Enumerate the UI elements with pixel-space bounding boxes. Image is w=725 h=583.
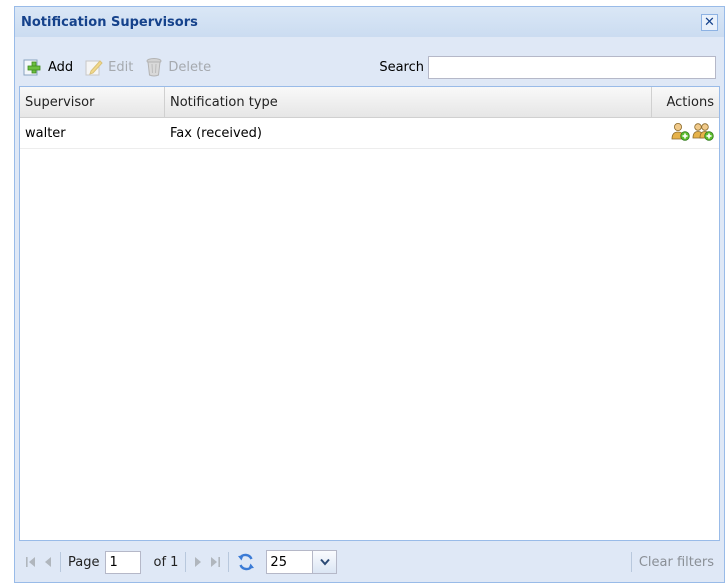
cell-notification-type: Fax (received) — [170, 125, 262, 141]
delete-button[interactable]: Delete — [145, 57, 211, 77]
cell-supervisor: walter — [25, 125, 66, 141]
add-group-icon[interactable] — [692, 122, 714, 145]
first-page-icon[interactable] — [25, 555, 37, 569]
clear-filters-button[interactable]: Clear filters — [639, 555, 714, 570]
column-header-notification-type[interactable]: Notification type — [165, 87, 652, 117]
pager-separator — [228, 552, 230, 572]
page-size-select[interactable]: 25 — [266, 550, 338, 574]
grid-header: Supervisor Notification type Actions — [20, 87, 719, 118]
page-label: Page — [68, 554, 100, 570]
chevron-down-icon[interactable] — [313, 550, 338, 574]
edit-button[interactable]: Edit — [85, 58, 133, 76]
close-icon[interactable]: ✕ — [701, 13, 718, 31]
pagination-toolbar: Page 1 of 1 25 Clear filters — [19, 546, 720, 578]
delete-label: Delete — [168, 59, 212, 75]
refresh-icon[interactable] — [236, 552, 256, 572]
edit-label: Edit — [108, 59, 134, 75]
toolbar: Add Edit Delete Search — [19, 50, 720, 84]
next-page-icon[interactable] — [193, 555, 203, 569]
add-user-icon[interactable] — [671, 122, 690, 145]
search-input[interactable] — [428, 55, 716, 79]
notification-supervisors-window: Notification Supervisors ✕ Add Edit Dele… — [14, 6, 725, 583]
add-icon — [23, 58, 43, 76]
column-header-supervisor[interactable]: Supervisor — [20, 87, 165, 117]
pager-separator — [185, 552, 187, 572]
window-title: Notification Supervisors — [21, 14, 198, 30]
edit-icon — [85, 58, 103, 76]
trash-icon — [145, 57, 163, 77]
column-header-actions[interactable]: Actions — [652, 87, 719, 117]
pager-separator — [630, 552, 632, 572]
previous-page-icon[interactable] — [43, 555, 53, 569]
table-row[interactable]: walter Fax (received) — [20, 118, 719, 149]
page-size-value[interactable]: 25 — [266, 550, 314, 574]
supervisors-grid: Supervisor Notification type Actions wal… — [19, 86, 720, 541]
add-button[interactable]: Add — [23, 58, 73, 76]
last-page-icon[interactable] — [209, 555, 221, 569]
search-label: Search — [379, 59, 424, 75]
cell-actions — [652, 118, 719, 148]
window-titlebar: Notification Supervisors ✕ — [15, 7, 724, 37]
pager-separator — [60, 552, 61, 572]
page-number-input[interactable]: 1 — [105, 550, 142, 574]
add-label: Add — [48, 59, 74, 75]
page-count-label: of 1 — [153, 554, 179, 570]
